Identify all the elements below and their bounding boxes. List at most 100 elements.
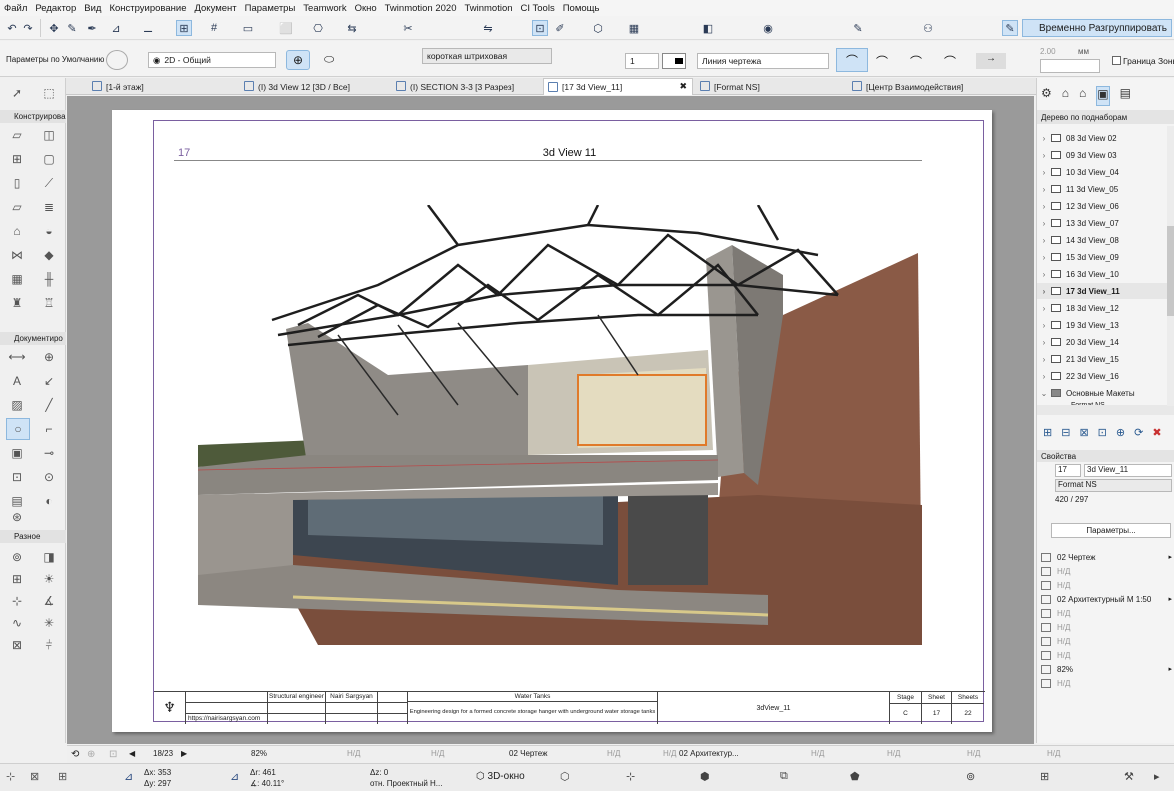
pan-icon[interactable]: ⊡ [109,749,117,760]
place-view-icon[interactable]: ⊕ [1116,426,1125,442]
measure-icon[interactable]: ⊿ [108,20,124,36]
publisher-icon[interactable]: ▤ [1120,86,1131,106]
guide-line-icon[interactable]: ⚊ [140,20,156,36]
menu-file[interactable]: Файл [4,3,27,14]
tree-item[interactable]: › 18 3d View_12 [1037,300,1167,316]
tree-title[interactable]: Дерево по поднаборам [1037,110,1174,124]
tree-item[interactable]: › 10 3d View_04 [1037,164,1167,180]
menu-window[interactable]: Окно [355,3,377,14]
group-icon[interactable]: ⎔ [310,20,326,36]
render-mode-icon[interactable]: ⬟ [850,770,860,783]
arc-tangent-icon[interactable]: ⌒ [910,53,922,70]
3d-window-button[interactable]: ⬡ 3D-окно [476,771,525,782]
element-icon[interactable]: ⬜ [278,20,294,36]
update-icon[interactable]: ⟳ [1134,426,1143,442]
layout-book-icon[interactable]: ▣ [1096,86,1110,106]
zoom-level[interactable]: 82% [251,749,267,758]
section-icon[interactable]: ◧ [700,20,716,36]
arc-ends-icon[interactable]: ⌒ [876,53,888,70]
menu-twinmotion-2020[interactable]: Twinmotion 2020 [385,3,457,14]
3d-icon[interactable]: ⬡ [590,20,606,36]
tab-floor-1[interactable]: [1-й этаж] [88,78,238,95]
3d-style-icon[interactable]: ⊞ [1040,770,1049,783]
circle-center-icon[interactable]: ⊕ [286,50,310,70]
teamwork-icon[interactable]: ⚇ [920,20,936,36]
layer-row[interactable]: Н/Д [1037,564,1174,578]
zoom-icon[interactable]: ⊕ [87,749,95,760]
floorplan-icon[interactable]: ▦ [626,20,642,36]
camera-icon[interactable]: ⊚ [966,770,975,783]
menu-edit[interactable]: Редактор [35,3,76,14]
fill-tool-icon[interactable]: ▨ [8,396,26,414]
layer-row[interactable]: Н/Д [1037,620,1174,634]
snap-guide-icon[interactable]: ⊹ [6,770,15,783]
layer-row[interactable]: Н/Д [1037,648,1174,662]
suspend-groups-icon[interactable]: ⊡ [532,20,548,36]
menu-document[interactable]: Документ [194,3,236,14]
label-tool-icon[interactable]: ↙ [40,372,58,390]
layer-combo[interactable]: 02 Чертеж [509,749,547,758]
roof-tool-icon[interactable]: ⌂ [8,222,26,240]
zoom-previous-icon[interactable]: ⟲ [71,749,79,760]
arc-three-point-icon[interactable]: ⌒ [944,53,956,70]
zone-border-checkbox[interactable] [1112,56,1121,65]
menu-teamwork[interactable]: Teamwork [303,3,346,14]
detail-tool-icon[interactable]: ⊙ [40,468,58,486]
trim-icon[interactable]: ✂ [400,20,416,36]
scale-combo[interactable]: 02 Архитектур... [679,749,739,758]
marquee-tool-icon[interactable]: ⬚ [40,84,58,102]
toolbox-design-header[interactable]: Конструирова [0,110,66,123]
menu-view[interactable]: Вид [84,3,101,14]
hotspot-tool-icon[interactable]: ⊹ [8,592,26,610]
tree-item[interactable]: › 15 3d View_09 [1037,249,1167,265]
tree-vertical-scrollbar[interactable] [1167,126,1174,406]
pointer-icon[interactable]: ✥ [46,20,62,36]
light-tool-icon[interactable]: ✳ [40,614,58,632]
ungroup-icon[interactable]: ✎ [1002,20,1018,36]
menu-help[interactable]: Помощь [563,3,600,14]
project-map-icon[interactable]: ⌂ [1062,86,1069,106]
tab-collaboration-center[interactable]: [Центр Взаимодействия] [848,78,998,95]
mirror-icon[interactable]: ⇋ [480,20,496,36]
layer-row[interactable]: Н/Д [1037,676,1174,690]
layer-icon[interactable]: ▭ [240,20,256,36]
tab-format-ns[interactable]: [Format NS] [696,78,846,95]
temporary-ungroup-button[interactable]: Временно Разгруппировать [1022,19,1172,37]
arc-circle-tool-icon[interactable]: ○ [6,418,30,440]
arrow-end-icon[interactable]: → [976,53,1006,69]
redo-icon[interactable]: ↷ [20,20,36,36]
edit-icon[interactable]: ✐ [552,20,568,36]
layer-row[interactable]: Н/Д [1037,606,1174,620]
wall-end-icon[interactable]: ⫩ [40,636,58,654]
render-icon[interactable]: ◉ [760,20,776,36]
view-map-icon[interactable]: ⌂ [1079,86,1086,106]
grid-icon[interactable]: # [206,20,222,36]
tree-item[interactable]: › 09 3d View 03 [1037,147,1167,163]
toolbox-document-header[interactable]: Документиро [0,332,66,345]
line-type-select[interactable]: короткая штриховая [422,48,552,64]
menu-twinmotion[interactable]: Twinmotion [464,3,512,14]
morph-tool-icon[interactable]: ◆ [40,246,58,264]
filter-icon[interactable]: ⧉ [780,770,788,783]
layout-canvas[interactable]: 17 3d View 11 ♆ https://nairisargsyan.co… [67,96,1034,744]
curtain-wall-icon[interactable]: ▦ [8,270,26,288]
layout-number-field[interactable]: 17 [1055,464,1081,477]
settings-button[interactable]: Параметры... [1051,523,1171,538]
column-tool-icon[interactable]: ▯ [8,174,26,192]
angle-dim-icon[interactable]: ∡ [40,592,58,610]
drawing-tool-icon[interactable]: ▣ [8,444,26,462]
shell-tool-icon[interactable]: ◒ [40,222,58,240]
ellipse-icon[interactable]: ⬭ [324,52,334,67]
align-icon[interactable]: ⇆ [344,20,360,36]
line-tool-icon[interactable]: ╱ [40,396,58,414]
beam-tool-icon[interactable]: ⟋ [40,174,58,192]
railing-tool-icon[interactable]: ╫ [40,270,58,288]
level-dim-icon[interactable]: ⊕ [40,348,58,366]
master-layout-select[interactable]: Format NS [1055,479,1172,492]
tab-3d-view-12[interactable]: (I) 3d View 12 [3D / Все] [240,78,390,95]
section-marker-icon[interactable]: ⊸ [40,444,58,462]
tree-folder[interactable]: ⌄ Основные Макеты [1037,385,1167,401]
prev-layout-icon[interactable]: ◀ [129,749,135,758]
next-layout-icon[interactable]: ▶ [181,749,187,758]
tree-item[interactable]: › 14 3d View_08 [1037,232,1167,248]
